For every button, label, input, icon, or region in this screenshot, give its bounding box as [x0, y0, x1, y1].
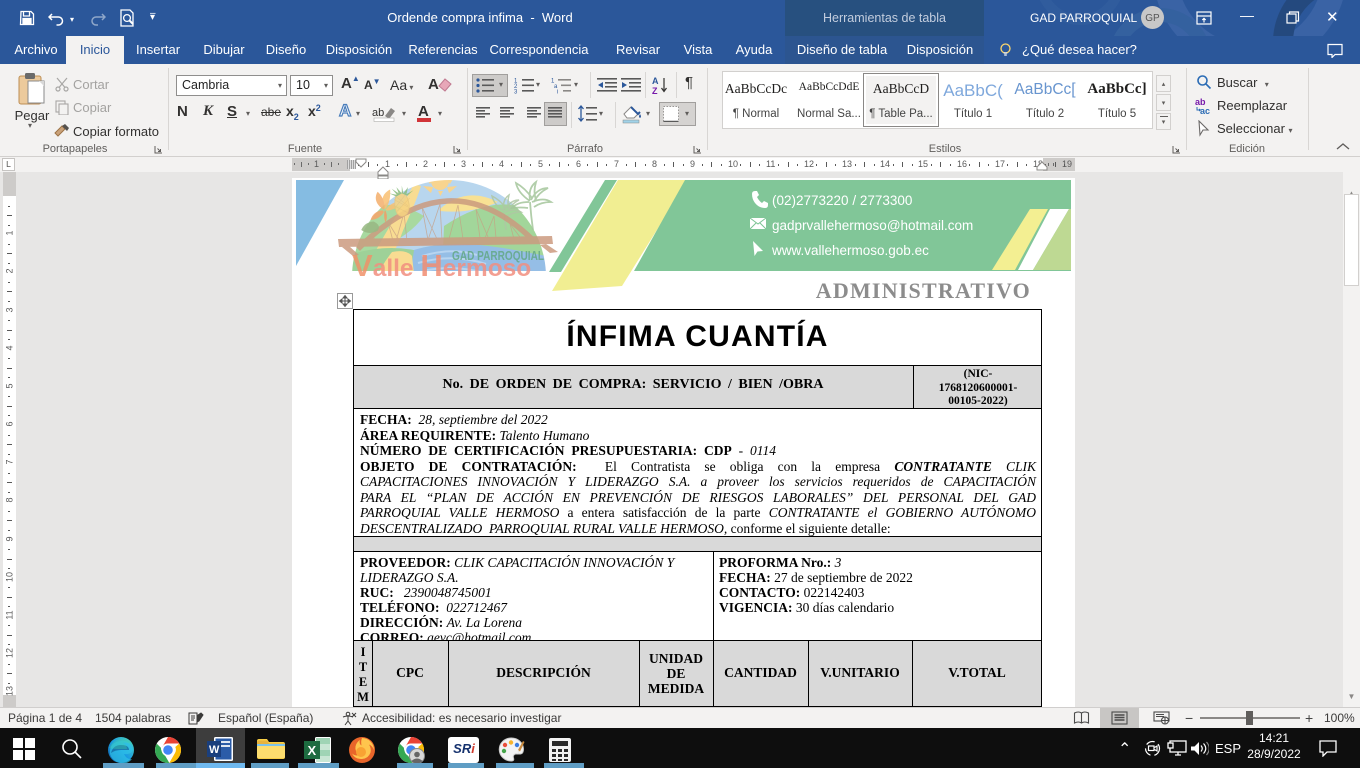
- svg-text:3: 3: [514, 90, 518, 95]
- svg-text:A: A: [652, 76, 659, 86]
- svg-text:gadprvallehermoso@hotmail.com: gadprvallehermoso@hotmail.com: [772, 218, 973, 233]
- svg-text:W: W: [209, 744, 220, 756]
- svg-text:ADMINISTRATIVO: ADMINISTRATIVO: [816, 278, 1031, 303]
- svg-text:Z: Z: [652, 86, 658, 95]
- svg-text:ab: ab: [372, 107, 384, 119]
- svg-text:ac: ac: [1200, 106, 1210, 115]
- svg-text:X: X: [308, 743, 317, 758]
- svg-text:(02)2773220 / 2773300: (02)2773220 / 2773300: [772, 193, 912, 208]
- svg-text:i: i: [557, 90, 558, 95]
- svg-text:www.vallehermoso.gob.ec: www.vallehermoso.gob.ec: [771, 243, 929, 258]
